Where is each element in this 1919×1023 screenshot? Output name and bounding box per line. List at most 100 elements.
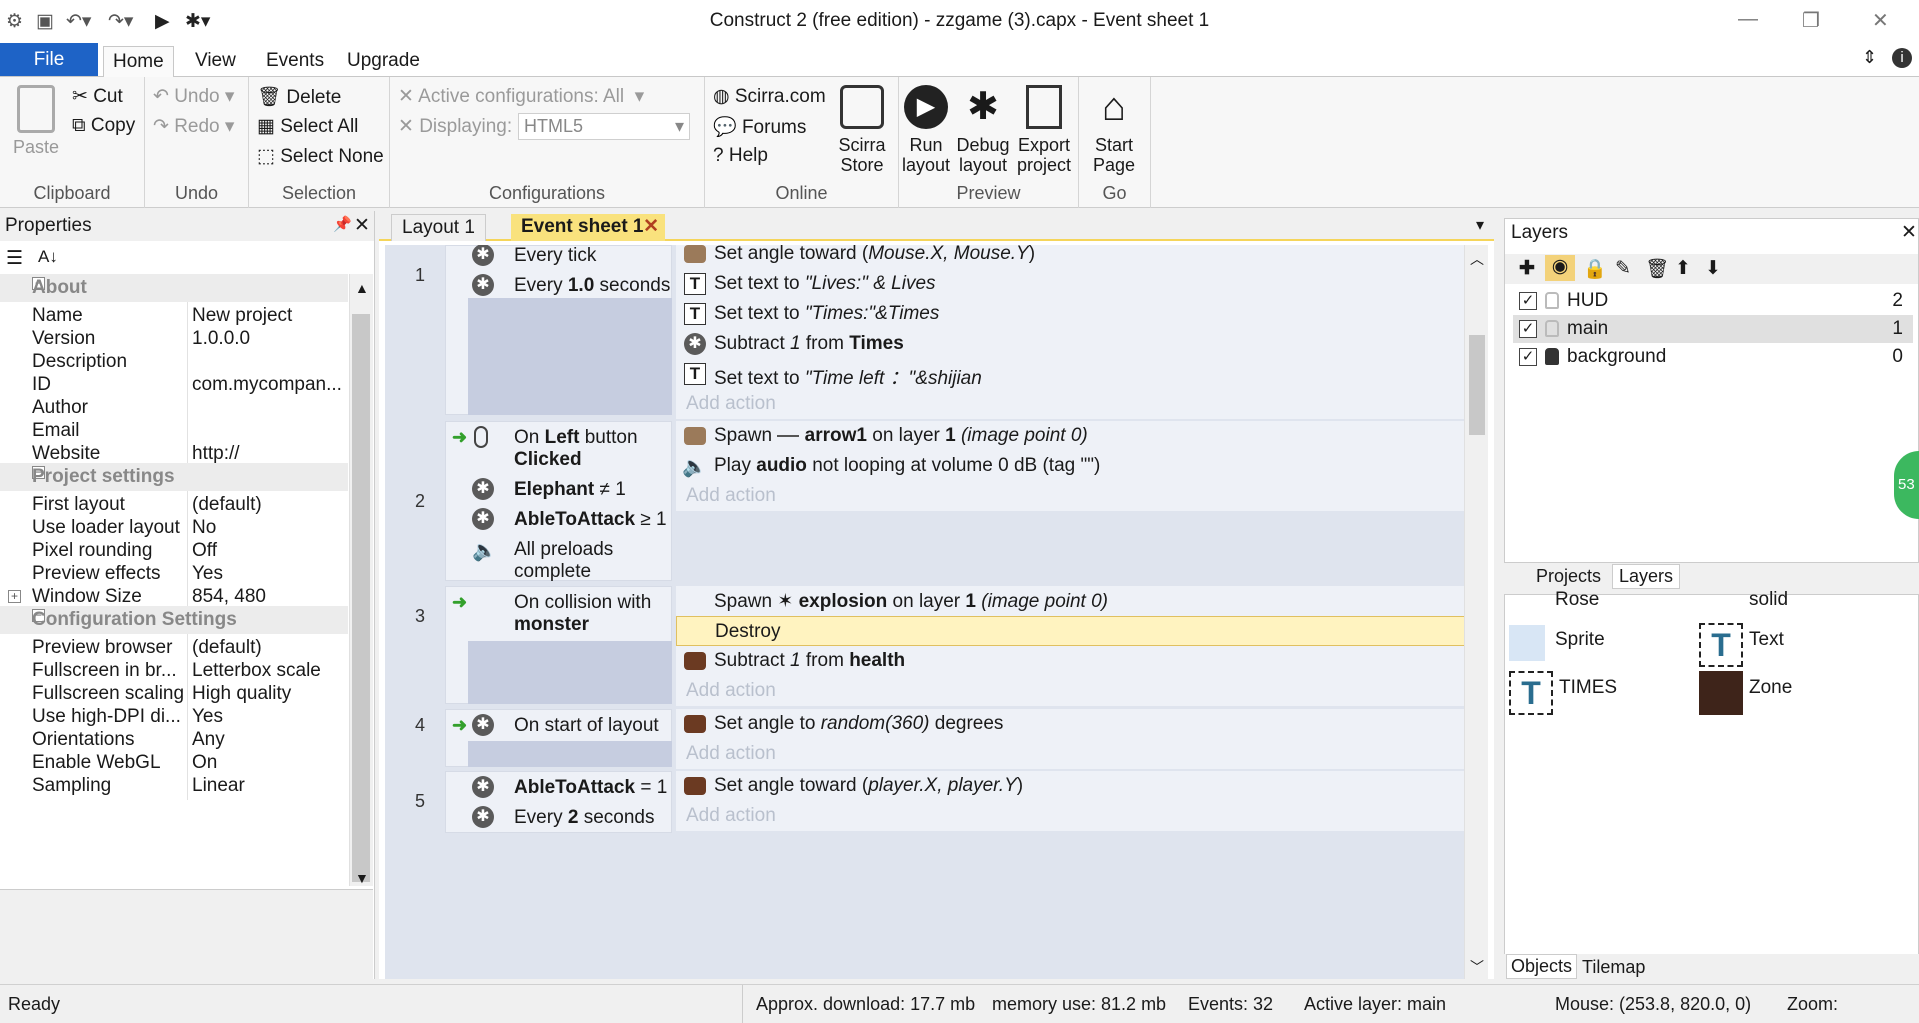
object-zone[interactable]: Zone	[1749, 677, 1792, 699]
tab-home[interactable]: Home	[103, 46, 174, 77]
tabs-dropdown-icon[interactable]: ▾	[1476, 215, 1484, 235]
lock-icon[interactable]: 🔒	[1583, 257, 1607, 281]
info-icon[interactable]: i	[1892, 48, 1912, 68]
delete-button[interactable]: 🗑 Delete	[257, 85, 341, 109]
property-value[interactable]: No	[192, 517, 347, 539]
condition-preloads[interactable]: 🔈 All preloads complete	[446, 534, 673, 582]
scroll-up-icon[interactable]: ︿	[1470, 249, 1484, 269]
eye-icon[interactable]: ◉	[1545, 255, 1575, 281]
select-none-button[interactable]: ⬚ Select None	[257, 145, 384, 168]
property-value[interactable]: Letterbox scale	[192, 660, 347, 682]
action-row[interactable]: ✱ Subtract 1 from Times	[676, 329, 1468, 359]
event-sheet-scrollbar[interactable]: ︿ ﹀	[1464, 245, 1488, 979]
property-category[interactable]: − Project settings	[0, 463, 348, 491]
collapse-ribbon-icon[interactable]: ⇕	[1862, 47, 1877, 68]
active-configurations-select[interactable]: ✕ Active configurations: All ▾	[398, 85, 644, 108]
action-row[interactable]: Subtract 1 from health	[676, 646, 1468, 676]
scroll-thumb[interactable]	[1469, 335, 1485, 435]
condition-every-seconds[interactable]: ✱ Every 1.0 seconds	[446, 270, 673, 300]
action-row[interactable]: Set angle toward (Mouse.X, Mouse.Y)	[676, 245, 1468, 269]
object-text[interactable]: Text	[1749, 629, 1784, 651]
tab-file[interactable]: File	[0, 43, 98, 76]
layer-row[interactable]: ✓ background 0	[1513, 343, 1913, 371]
forums-link[interactable]: 💬 Forums	[713, 115, 806, 139]
export-project-button[interactable]: Export project	[1013, 85, 1075, 175]
layer-visible-checkbox[interactable]: ✓	[1519, 348, 1537, 366]
displaying-select[interactable]: HTML5 ▾	[518, 113, 690, 140]
add-action[interactable]: Add action	[676, 739, 1468, 769]
event-5-conditions[interactable]: ✱ AbleToAttack = 1 ✱ Every 2 seconds	[445, 771, 672, 833]
add-action[interactable]: Add action	[676, 801, 1468, 831]
tab-view[interactable]: View	[186, 46, 245, 77]
action-row[interactable]: 🔈 Play audio not looping at volume 0 dB (…	[676, 451, 1468, 481]
object-sprite[interactable]: Sprite	[1555, 629, 1605, 651]
condition-on-collision[interactable]: On collision with monster	[446, 587, 673, 639]
condition-able-to-attack[interactable]: ✱ AbleToAttack ≥ 1	[446, 504, 673, 534]
close-tab-icon[interactable]: ✕	[643, 214, 659, 240]
unlocked-icon[interactable]	[1545, 320, 1559, 337]
move-down-icon[interactable]: ⬇	[1705, 257, 1721, 280]
property-category[interactable]: − Configuration Settings	[0, 606, 348, 634]
condition-every-tick[interactable]: ✱ Every tick	[446, 245, 673, 270]
object-solid[interactable]: solid	[1749, 589, 1788, 611]
select-all-button[interactable]: ▦ Select All	[257, 115, 358, 138]
event-1-conditions[interactable]: ✱ Every tick ✱ Every 1.0 seconds	[445, 245, 672, 415]
tab-tilemap[interactable]: Tilemap	[1582, 957, 1645, 978]
tab-upgrade[interactable]: Upgrade	[338, 46, 429, 77]
close-panel-icon[interactable]: ✕	[1901, 221, 1917, 244]
action-row-selected[interactable]: Destroy	[676, 616, 1468, 646]
condition-elephant[interactable]: ✱ Elephant ≠ 1	[446, 474, 673, 504]
property-value[interactable]: (default)	[192, 637, 347, 659]
add-action[interactable]: Add action	[676, 676, 1468, 706]
property-value[interactable]: 854, 480	[192, 586, 347, 608]
add-action[interactable]: Add action	[676, 481, 1468, 511]
scroll-down-icon[interactable]: ▼	[355, 870, 369, 886]
tab-projects[interactable]: Projects	[1536, 566, 1601, 587]
action-row[interactable]: T Set text to "Time left ："&shijian	[676, 359, 1468, 389]
event-2-conditions[interactable]: ➜ On Left button Clicked ✱ Elephant ≠ 1 ✱ A…	[445, 421, 673, 582]
property-value[interactable]: Any	[192, 729, 347, 751]
object-times[interactable]: TIMES	[1559, 677, 1617, 699]
condition-able-to-attack[interactable]: ✱ AbleToAttack = 1	[446, 772, 673, 802]
edit-icon[interactable]: ✎	[1615, 257, 1631, 280]
close-icon[interactable]: ✕	[1872, 8, 1889, 33]
action-row[interactable]: T Set text to "Times:"&Times	[676, 299, 1468, 329]
run-layout-button[interactable]: ▶ Run layout	[899, 85, 953, 175]
scirra-link[interactable]: ◍ Scirra.com	[713, 85, 826, 108]
property-scrollbar[interactable]: ▲ ▼	[349, 274, 373, 886]
close-panel-icon[interactable]: ✕	[354, 214, 370, 237]
add-action[interactable]: Add action	[676, 389, 1468, 419]
scroll-up-icon[interactable]: ▲	[355, 280, 369, 296]
property-value[interactable]: Yes	[192, 706, 347, 728]
condition-every-seconds[interactable]: ✱ Every 2 seconds	[446, 802, 673, 832]
event-4-conditions[interactable]: ➜ ✱ On start of layout	[445, 709, 672, 767]
object-rose[interactable]: Rose	[1555, 589, 1599, 611]
unlocked-icon[interactable]	[1545, 292, 1559, 309]
property-value[interactable]: 1.0.0.0	[192, 328, 347, 350]
tab-event-sheet-1[interactable]: Event sheet 1 ✕	[511, 214, 665, 241]
property-value[interactable]: High quality	[192, 683, 347, 705]
property-value[interactable]: On	[192, 752, 347, 774]
property-value[interactable]: com.mycompan...	[192, 374, 347, 396]
property-value[interactable]: Off	[192, 540, 347, 562]
condition-on-start[interactable]: ✱ On start of layout	[446, 710, 673, 740]
categorized-icon[interactable]: ☰	[6, 247, 23, 270]
sort-alpha-icon[interactable]: A↓	[38, 247, 58, 267]
event-3-conditions[interactable]: ➜ On collision with monster	[445, 586, 672, 704]
tab-events[interactable]: Events	[257, 46, 333, 77]
tab-layout-1[interactable]: Layout 1	[391, 214, 486, 241]
cut-button[interactable]: ✂ Cut	[72, 85, 123, 108]
tab-objects[interactable]: Objects	[1506, 954, 1578, 979]
action-row[interactable]: Set angle to random(360) degrees	[676, 709, 1468, 739]
layer-visible-checkbox[interactable]: ✓	[1519, 292, 1537, 310]
layer-visible-checkbox[interactable]: ✓	[1519, 320, 1537, 338]
action-row[interactable]: Spawn ✶ explosion on layer 1 (image poin…	[676, 586, 1468, 616]
layer-row[interactable]: ✓ HUD 2	[1513, 287, 1913, 315]
paste-button[interactable]: Paste	[8, 85, 64, 157]
pin-icon[interactable]: 📌	[333, 215, 352, 233]
start-page-button[interactable]: ⌂ Start Page	[1085, 85, 1143, 175]
action-row[interactable]: Set angle toward (player.X, player.Y)	[676, 771, 1468, 801]
copy-button[interactable]: ⧉ Copy	[72, 115, 135, 137]
property-row[interactable]: Sampling Linear	[0, 772, 348, 800]
debug-layout-button[interactable]: ✱ Debug layout	[955, 85, 1011, 175]
